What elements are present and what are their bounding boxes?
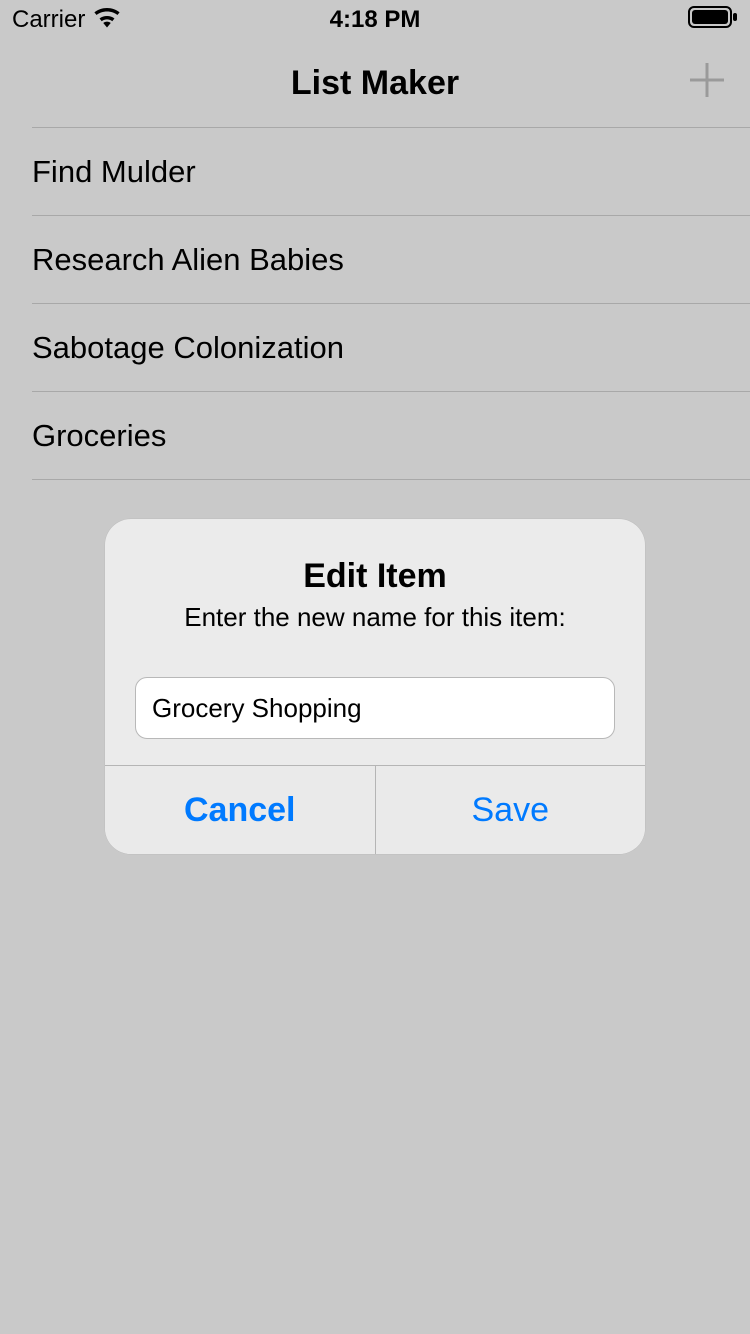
cancel-button[interactable]: Cancel [105, 766, 376, 854]
alert-title: Edit Item [135, 557, 615, 596]
alert-message: Enter the new name for this item: [135, 602, 615, 633]
item-name-input[interactable] [135, 677, 615, 739]
alert-overlay: Edit Item Enter the new name for this it… [0, 0, 750, 1334]
edit-item-alert: Edit Item Enter the new name for this it… [105, 519, 645, 854]
save-button[interactable]: Save [376, 766, 646, 854]
alert-actions: Cancel Save [105, 765, 645, 854]
